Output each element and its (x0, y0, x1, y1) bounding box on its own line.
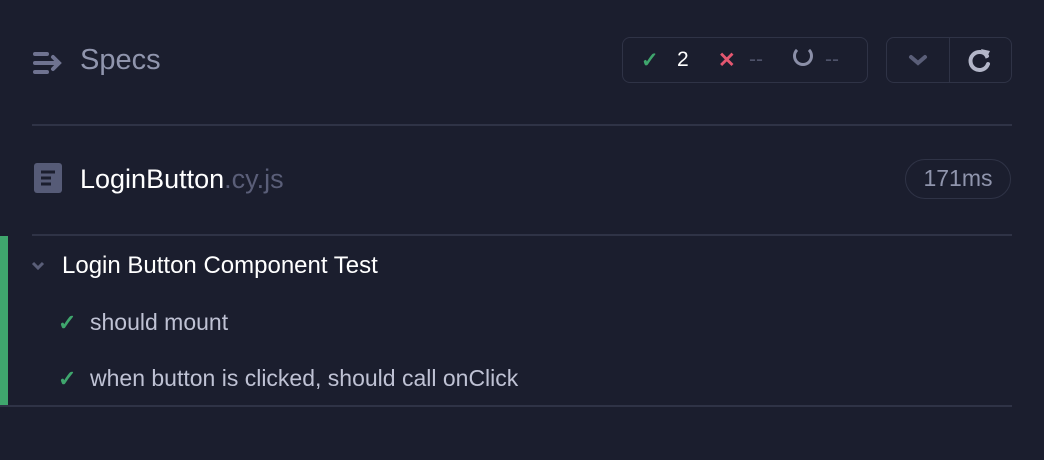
pending-icon (793, 46, 813, 66)
chevron-down-icon[interactable] (30, 260, 46, 272)
file-icon (34, 163, 62, 193)
duration-badge: 171ms (905, 159, 1011, 199)
divider (32, 234, 1012, 236)
chevron-down-icon (908, 55, 927, 66)
failed-icon: ✕ (718, 49, 736, 72)
refresh-icon (968, 49, 991, 72)
failed-count: -- (749, 48, 763, 71)
specs-list-icon[interactable] (33, 51, 63, 75)
rerun-button[interactable] (948, 38, 1012, 82)
collapse-button[interactable] (887, 38, 949, 82)
pending-count: -- (825, 48, 839, 71)
passed-count: 2 (677, 48, 689, 71)
pass-icon: ✓ (58, 366, 77, 391)
header-buttons (886, 37, 1012, 83)
test-stats: ✓ 2 ✕ -- -- (622, 37, 868, 83)
pass-icon: ✓ (58, 310, 77, 335)
spec-file-name[interactable]: LoginButton.cy.js (80, 164, 284, 195)
passed-icon: ✓ (641, 49, 659, 72)
suite-title[interactable]: Login Button Component Test (62, 252, 378, 280)
test-item[interactable]: when button is clicked, should call onCl… (90, 365, 518, 392)
spec-name: LoginButton (80, 164, 225, 194)
divider (32, 124, 1012, 126)
test-item[interactable]: should mount (90, 309, 228, 336)
spec-extension: .cy.js (224, 164, 284, 194)
page-title: Specs (80, 44, 161, 76)
divider (0, 405, 1012, 407)
pass-status-bar (0, 236, 8, 405)
